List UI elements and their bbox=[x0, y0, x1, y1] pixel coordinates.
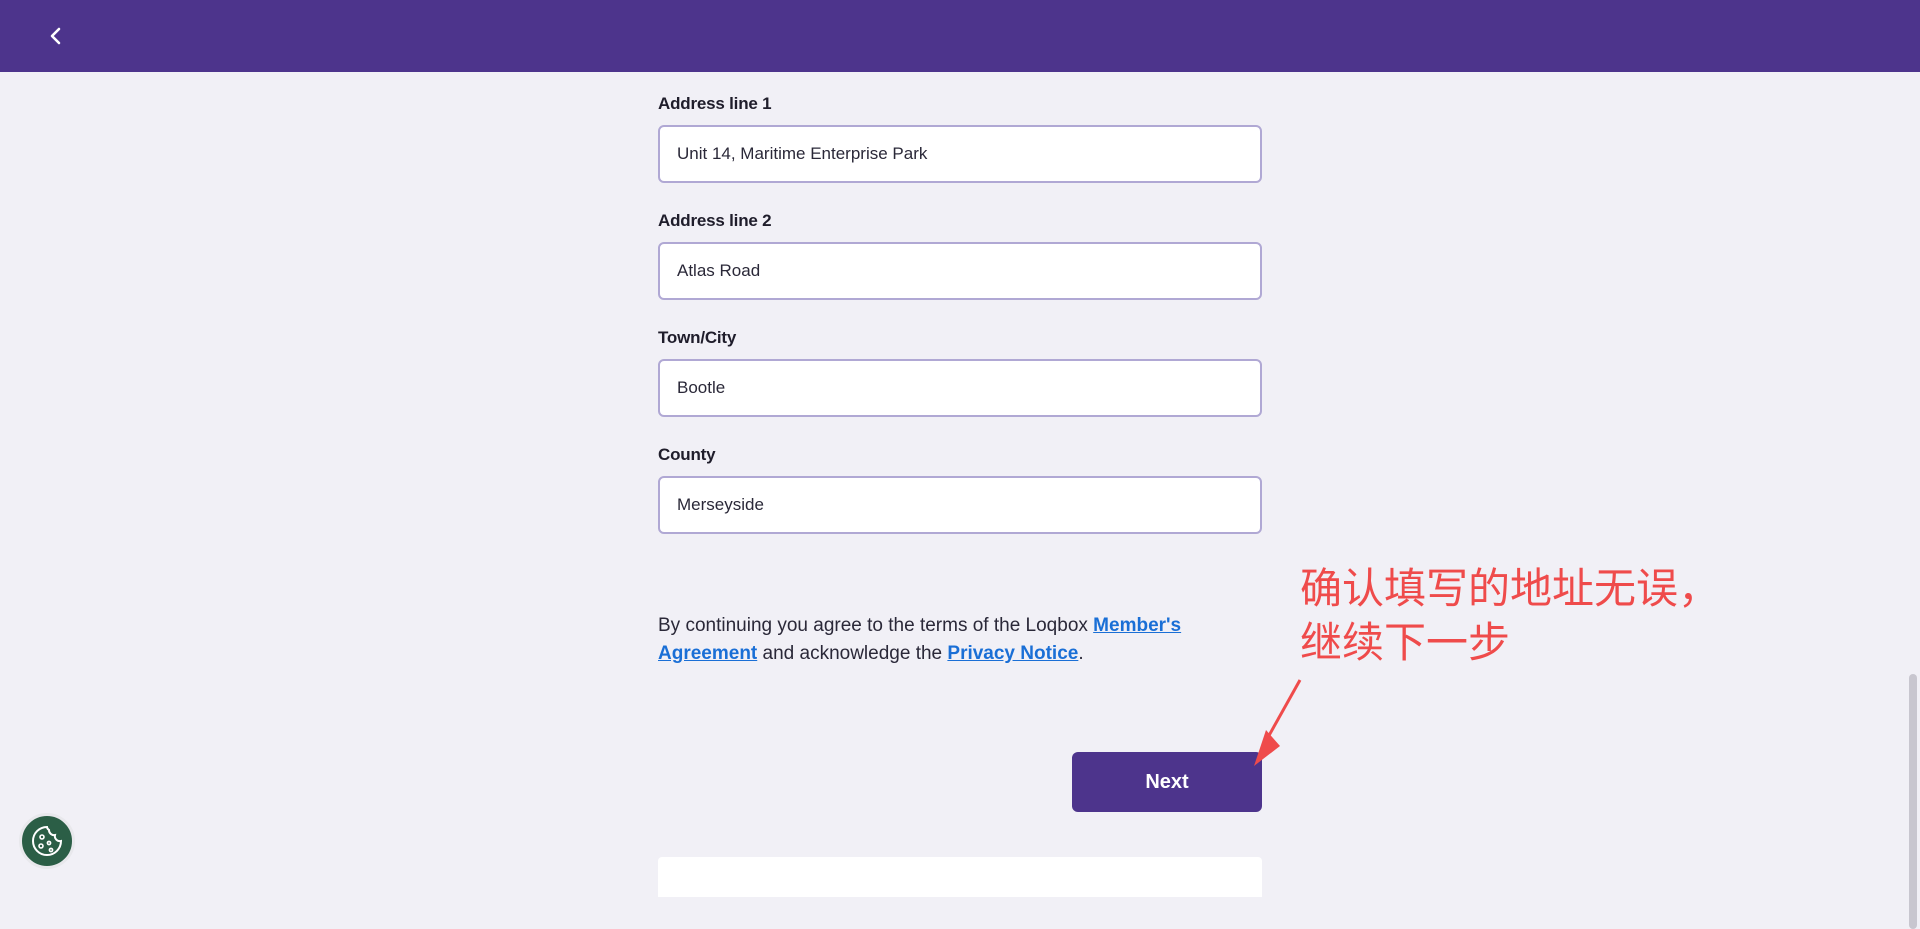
top-bar bbox=[0, 0, 1920, 72]
cookie-settings-button[interactable] bbox=[19, 813, 75, 869]
address-line2-input[interactable] bbox=[658, 242, 1262, 300]
annotation-text: 确认填写的地址无误， 继续下一步 bbox=[1300, 564, 1721, 667]
address-line1-label: Address line 1 bbox=[658, 94, 772, 113]
privacy-notice-link[interactable]: Privacy Notice bbox=[947, 643, 1078, 664]
next-button[interactable]: Next bbox=[1072, 752, 1262, 812]
terms-middle: and acknowledge the bbox=[757, 643, 948, 664]
address-line1-input[interactable] bbox=[658, 125, 1262, 183]
chevron-left-icon bbox=[50, 27, 61, 45]
bottom-card bbox=[658, 857, 1262, 897]
county-label: County bbox=[658, 445, 716, 464]
address-line2-label: Address line 2 bbox=[658, 211, 772, 230]
county-input[interactable] bbox=[658, 476, 1262, 534]
back-button[interactable] bbox=[42, 22, 70, 50]
scrollbar-thumb[interactable] bbox=[1909, 674, 1917, 929]
town-city-label: Town/City bbox=[658, 328, 737, 347]
terms-suffix: . bbox=[1078, 643, 1084, 664]
terms-prefix: By continuing you agree to the terms of … bbox=[658, 615, 1094, 636]
terms-text: By continuing you agree to the terms of … bbox=[658, 612, 1262, 668]
cookie-icon bbox=[32, 825, 63, 856]
scrollbar-track[interactable] bbox=[1906, 72, 1920, 929]
town-city-input[interactable] bbox=[658, 359, 1262, 417]
